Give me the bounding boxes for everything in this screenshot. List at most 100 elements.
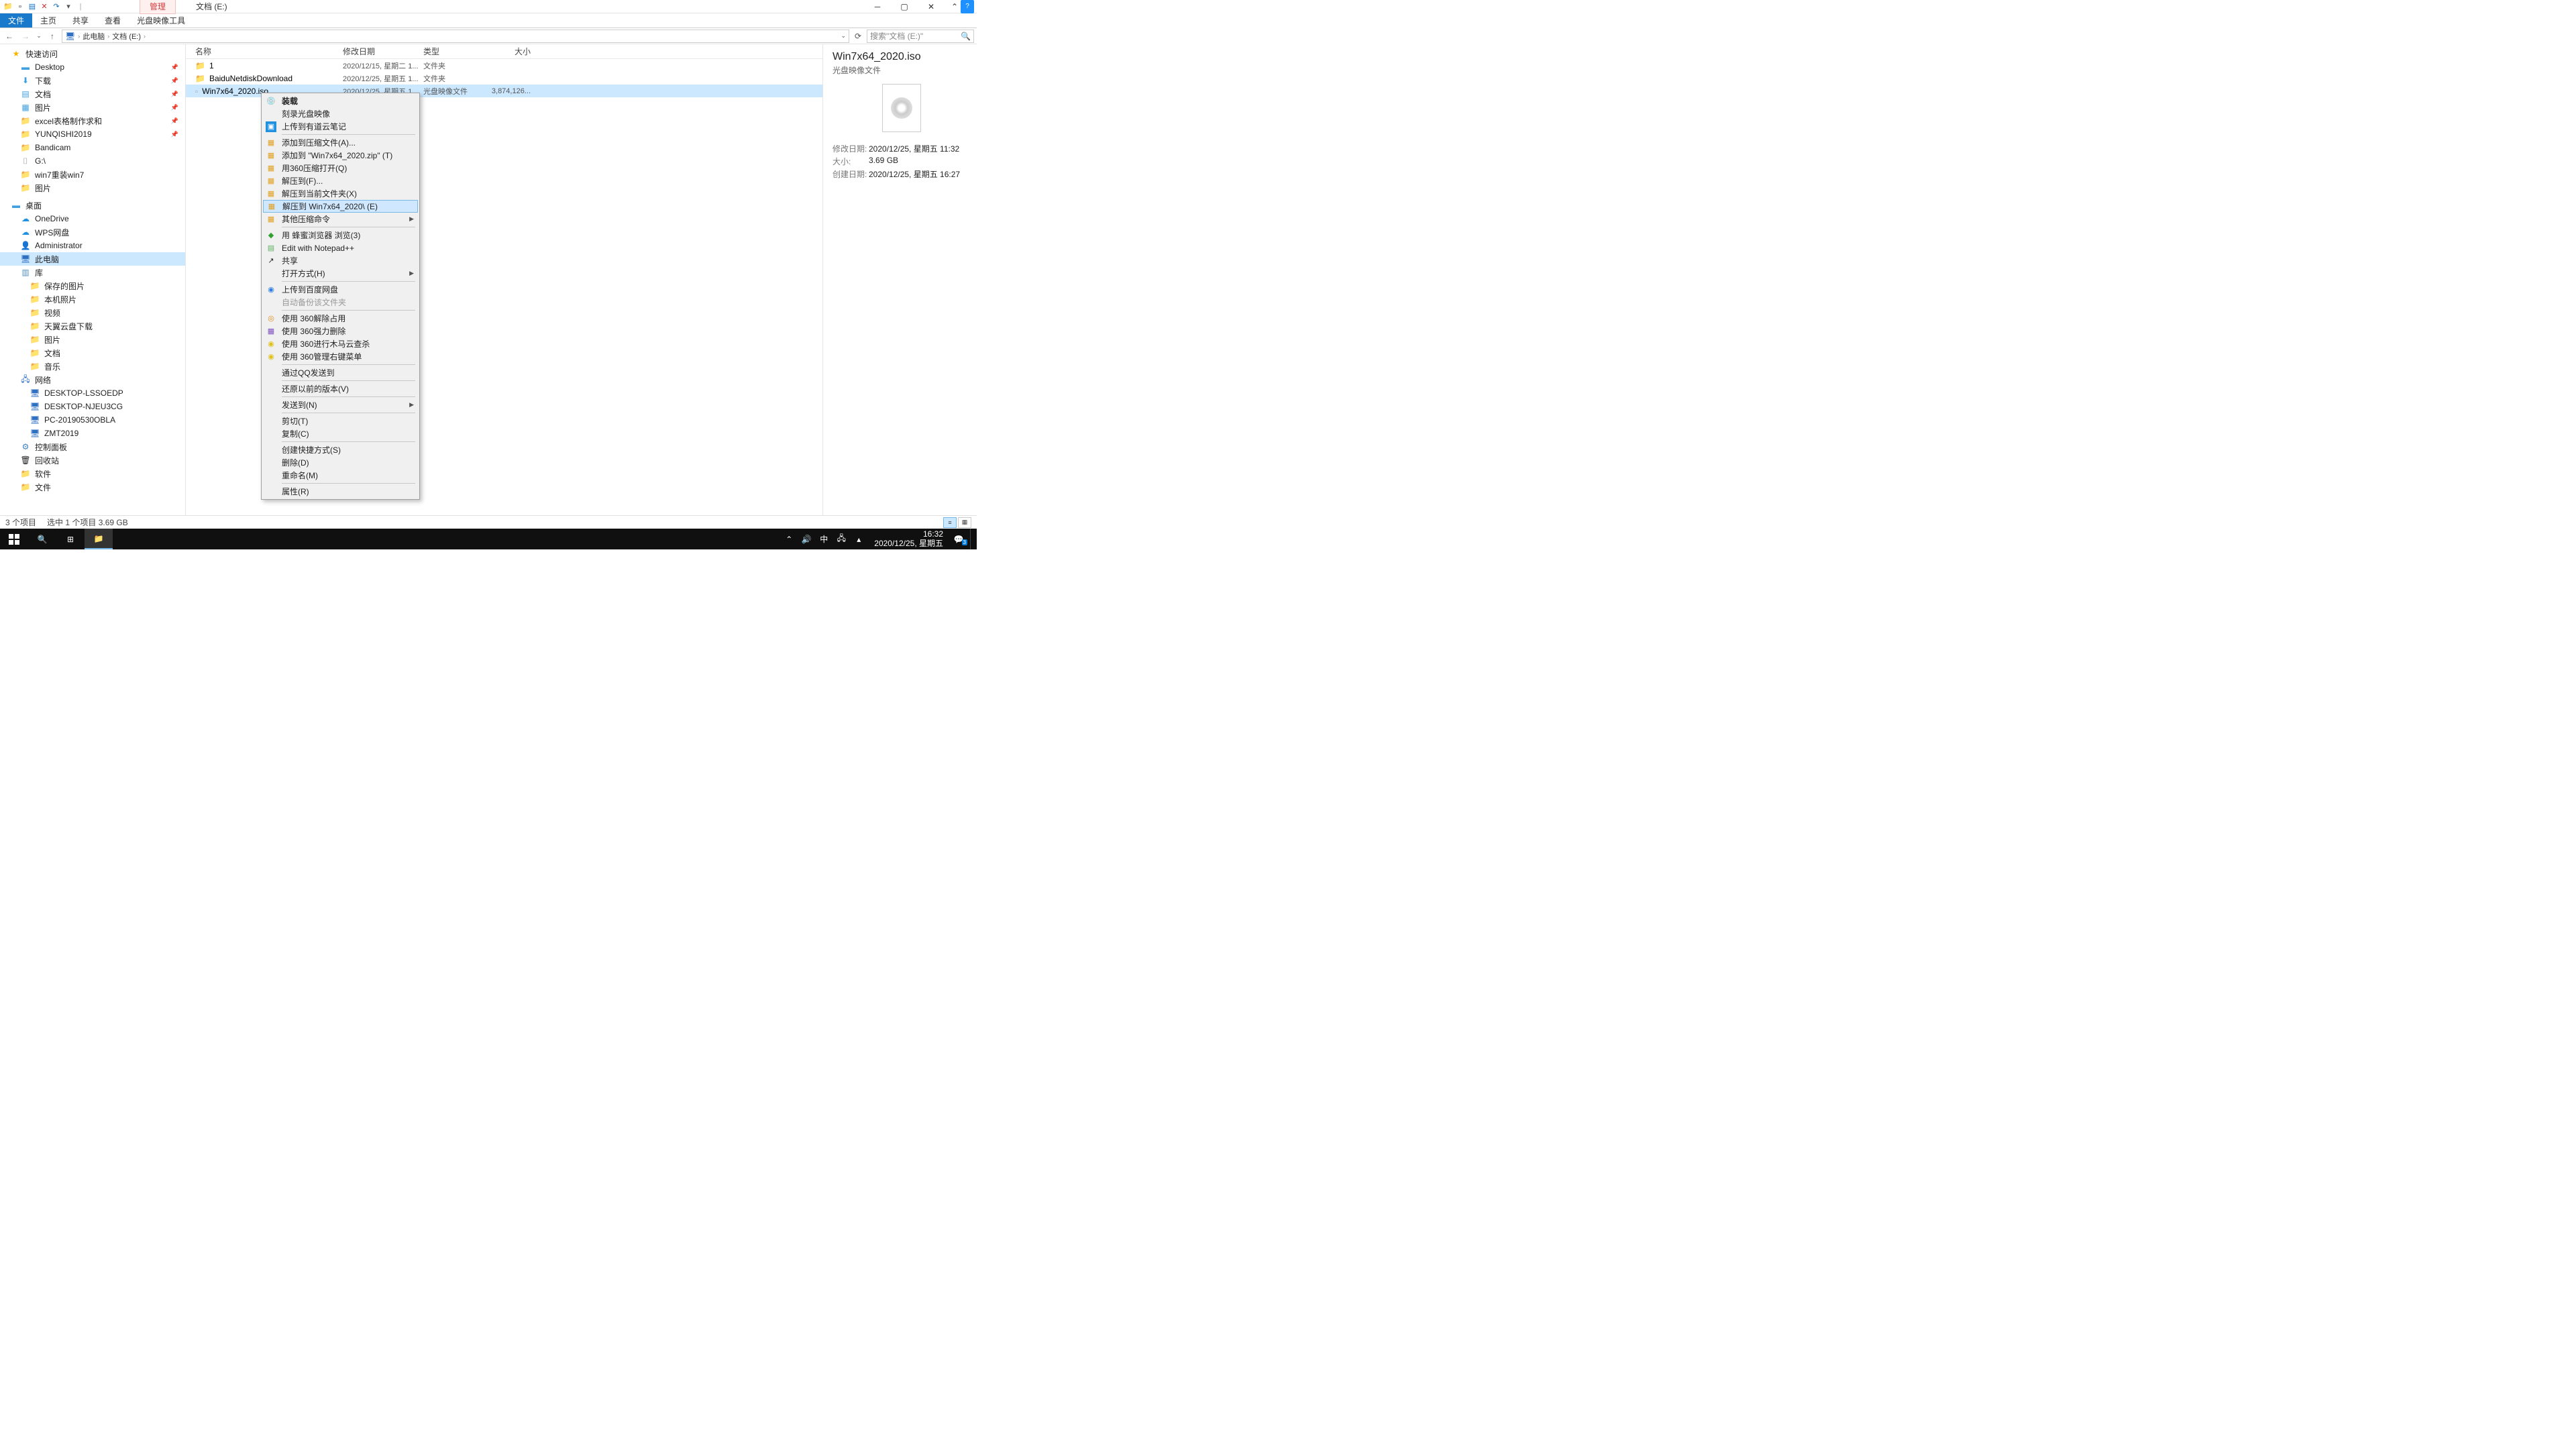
ctx-cut[interactable]: 剪切(T) bbox=[263, 415, 418, 427]
tree-music[interactable]: 📁音乐 bbox=[0, 360, 185, 373]
ctx-manage360[interactable]: ◉使用 360管理右键菜单 bbox=[263, 350, 418, 363]
tree-quick-access[interactable]: ★快速访问 bbox=[0, 47, 185, 60]
icons-view-button[interactable]: ▦ bbox=[958, 517, 971, 528]
tree-network[interactable]: 🖧网络 bbox=[0, 373, 185, 386]
tree-local-photos[interactable]: 📁本机照片 bbox=[0, 292, 185, 306]
ctx-mount[interactable]: 💿装载 bbox=[263, 95, 418, 107]
volume-icon[interactable]: 🔊 bbox=[800, 535, 812, 544]
explorer-taskbar-button[interactable]: 📁 bbox=[85, 529, 113, 549]
search-button[interactable]: 🔍 bbox=[28, 529, 56, 549]
column-headers[interactable]: 名称 修改日期 类型 大小 bbox=[186, 44, 822, 59]
details-view-button[interactable]: ≡ bbox=[943, 517, 957, 528]
tree-this-pc[interactable]: 🖥此电脑 bbox=[0, 252, 185, 266]
ctx-youdao[interactable]: ▣上传到有道云笔记 bbox=[263, 120, 418, 133]
col-date[interactable]: 修改日期 bbox=[343, 46, 423, 57]
ctx-burn[interactable]: 刻录光盘映像 bbox=[263, 107, 418, 120]
clock[interactable]: 16:32 2020/12/25, 星期五 bbox=[870, 530, 947, 547]
ctx-props[interactable]: 属性(R) bbox=[263, 485, 418, 498]
qat-undo-icon[interactable]: ↷ bbox=[51, 1, 62, 12]
tree-excel[interactable]: 📁excel表格制作求和📌 bbox=[0, 114, 185, 127]
details-mod-val[interactable]: 2020/12/25, 星期五 11:32 bbox=[869, 143, 970, 154]
tab-disc-tools[interactable]: 光盘映像工具 bbox=[129, 13, 193, 28]
navigation-tree[interactable]: ★快速访问 ▬Desktop📌 ⬇下载📌 ▤文档📌 ▦图片📌 📁excel表格制… bbox=[0, 44, 186, 529]
ctx-openwith[interactable]: 打开方式(H)▶ bbox=[263, 267, 418, 280]
ctx-sendto[interactable]: 发送到(N)▶ bbox=[263, 398, 418, 411]
ctx-othercompress[interactable]: ▦其他压缩命令▶ bbox=[263, 213, 418, 225]
ctx-open360[interactable]: ▦用360压缩打开(Q) bbox=[263, 162, 418, 174]
ctx-shortcut[interactable]: 创建快捷方式(S) bbox=[263, 443, 418, 456]
tree-admin[interactable]: 👤Administrator bbox=[0, 239, 185, 252]
tree-pc4[interactable]: 🖥ZMT2019 bbox=[0, 427, 185, 440]
recent-dropdown-icon[interactable]: ⌄ bbox=[35, 30, 43, 43]
tree-docs3[interactable]: 📁文档 bbox=[0, 346, 185, 360]
tray-overflow-icon[interactable]: ⌃ bbox=[783, 535, 795, 544]
network-icon[interactable]: 🖧 bbox=[835, 532, 847, 546]
chevron-right-icon[interactable]: › bbox=[144, 33, 146, 40]
details-create-val[interactable]: 2020/12/25, 星期五 16:27 bbox=[869, 168, 970, 180]
ctx-unlock360[interactable]: ◎使用 360解除占用 bbox=[263, 312, 418, 325]
ctx-delete[interactable]: 删除(D) bbox=[263, 456, 418, 469]
ctx-extractfolder[interactable]: ▦解压到 Win7x64_2020\ (E) bbox=[263, 200, 418, 213]
tree-win7reinstall[interactable]: 📁win7重装win7 bbox=[0, 168, 185, 181]
start-button[interactable] bbox=[0, 529, 28, 549]
tree-pc3[interactable]: 🖥PC-20190530OBLA bbox=[0, 413, 185, 427]
security-icon[interactable]: ▴ bbox=[853, 535, 865, 544]
show-desktop-button[interactable] bbox=[970, 529, 973, 549]
tree-pictures2[interactable]: 📁图片 bbox=[0, 181, 185, 195]
back-button[interactable]: ← bbox=[3, 30, 16, 43]
search-icon[interactable]: 🔍 bbox=[961, 32, 971, 41]
tab-file[interactable]: 文件 bbox=[0, 13, 32, 28]
qat-properties-icon[interactable]: ▫ bbox=[15, 1, 25, 12]
ctx-rename[interactable]: 重命名(M) bbox=[263, 469, 418, 482]
file-row[interactable]: 📁BaiduNetdiskDownload2020/12/25, 星期五 1..… bbox=[186, 72, 822, 85]
tree-gdrive[interactable]: ⌷G:\ bbox=[0, 154, 185, 168]
tab-view[interactable]: 查看 bbox=[97, 13, 129, 28]
col-size[interactable]: 大小 bbox=[490, 46, 531, 57]
ctx-extractto[interactable]: ▦解压到(F)... bbox=[263, 174, 418, 187]
qat-new-icon[interactable]: ▤ bbox=[27, 1, 38, 12]
breadcrumb-root[interactable]: 此电脑 bbox=[83, 31, 105, 42]
chevron-right-icon[interactable]: › bbox=[107, 33, 109, 40]
ribbon-collapse-icon[interactable]: ⌃ bbox=[949, 0, 961, 13]
tree-pictures[interactable]: ▦图片📌 bbox=[0, 101, 185, 114]
tree-ctrlpanel[interactable]: ⚙控制面板 bbox=[0, 440, 185, 453]
tree-saved-pics[interactable]: 📁保存的图片 bbox=[0, 279, 185, 292]
close-button[interactable]: ✕ bbox=[918, 0, 945, 13]
address-bar[interactable]: 🖥 › 此电脑 › 文档 (E:) › ⌄ bbox=[62, 30, 849, 43]
tree-software[interactable]: 📁软件 bbox=[0, 467, 185, 480]
tree-videos[interactable]: 📁视频 bbox=[0, 306, 185, 319]
tab-home[interactable]: 主页 bbox=[32, 13, 64, 28]
tree-files[interactable]: 📁文件 bbox=[0, 480, 185, 494]
contextual-tab-manage[interactable]: 管理 bbox=[140, 0, 176, 14]
tree-tianyi[interactable]: 📁天翼云盘下载 bbox=[0, 319, 185, 333]
ctx-addzip[interactable]: ▦添加到 "Win7x64_2020.zip" (T) bbox=[263, 149, 418, 162]
breadcrumb-drive[interactable]: 文档 (E:) bbox=[112, 31, 141, 42]
ctx-baidu[interactable]: ◉上传到百度网盘 bbox=[263, 283, 418, 296]
up-button[interactable]: ↑ bbox=[46, 30, 59, 43]
ctx-extracthere[interactable]: ▦解压到当前文件夹(X) bbox=[263, 187, 418, 200]
ctx-forcedel[interactable]: ▦使用 360强力删除 bbox=[263, 325, 418, 337]
tree-pics3[interactable]: 📁图片 bbox=[0, 333, 185, 346]
tree-desktop[interactable]: ▬Desktop📌 bbox=[0, 60, 185, 74]
ctx-qqsend[interactable]: 通过QQ发送到 bbox=[263, 366, 418, 379]
maximize-button[interactable]: ▢ bbox=[891, 0, 918, 13]
ctx-addarchive[interactable]: ▦添加到压缩文件(A)... bbox=[263, 136, 418, 149]
action-center-icon[interactable]: 💬 bbox=[953, 535, 965, 544]
ctx-npp[interactable]: ▤Edit with Notepad++ bbox=[263, 241, 418, 254]
help-button[interactable]: ? bbox=[961, 0, 974, 13]
ctx-bee[interactable]: ◆用 蜂蜜浏览器 浏览(3) bbox=[263, 229, 418, 241]
tree-yunqishi[interactable]: 📁YUNQISHI2019📌 bbox=[0, 127, 185, 141]
ctx-restore[interactable]: 还原以前的版本(V) bbox=[263, 382, 418, 395]
tree-pc1[interactable]: 🖥DESKTOP-LSSOEDP bbox=[0, 386, 185, 400]
tree-desktop-cn[interactable]: ▬桌面 bbox=[0, 199, 185, 212]
tree-bandicam[interactable]: 📁Bandicam bbox=[0, 141, 185, 154]
qat-delete-icon[interactable]: ✕ bbox=[39, 1, 50, 12]
forward-button[interactable]: → bbox=[19, 30, 32, 43]
ctx-trojan[interactable]: ◉使用 360进行木马云查杀 bbox=[263, 337, 418, 350]
qat-dropdown-icon[interactable]: ▾ bbox=[63, 1, 74, 12]
col-name[interactable]: 名称 bbox=[195, 46, 343, 57]
tree-pc2[interactable]: 🖥DESKTOP-NJEU3CG bbox=[0, 400, 185, 413]
col-type[interactable]: 类型 bbox=[423, 46, 490, 57]
tab-share[interactable]: 共享 bbox=[64, 13, 97, 28]
tree-recycle[interactable]: 🗑回收站 bbox=[0, 453, 185, 467]
